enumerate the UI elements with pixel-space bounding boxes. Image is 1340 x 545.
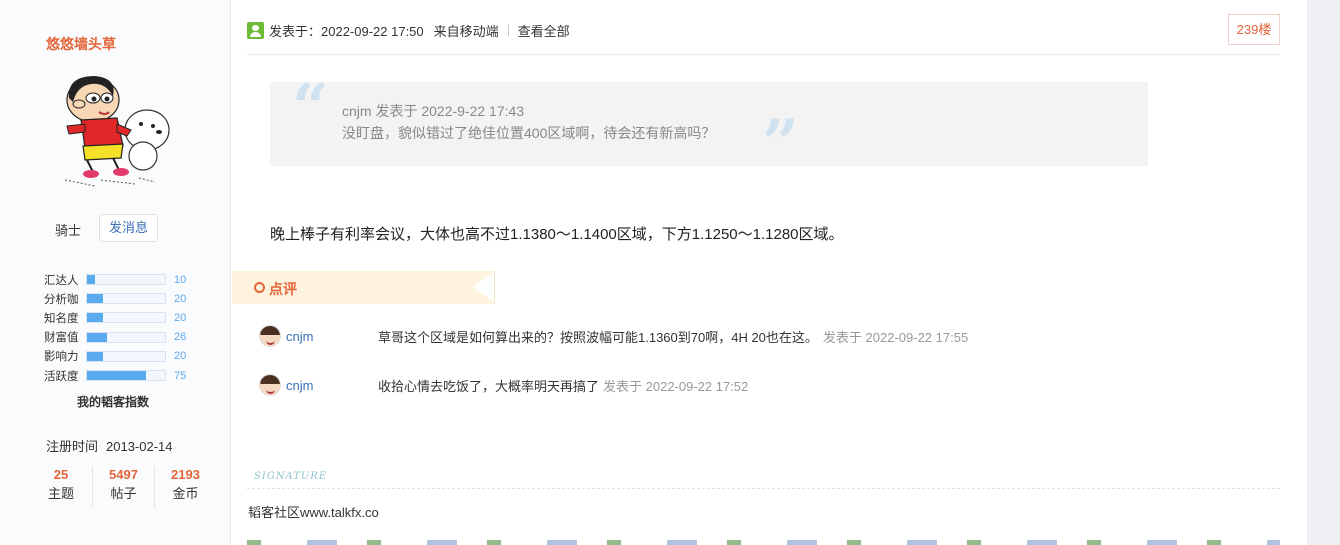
- stat-fill: [87, 351, 103, 361]
- count-number: 5497: [109, 467, 138, 482]
- signature-text[interactable]: 韬客社区www.talkfx.co: [248, 502, 379, 521]
- stat-value: 26: [174, 331, 187, 344]
- comment-time: 发表于 2022-09-22 17:55: [822, 329, 969, 345]
- stat-bar: [86, 274, 166, 286]
- signature-label: SIGNATURE: [254, 471, 328, 482]
- avatar-image: [64, 76, 170, 187]
- comment-item: cnjm 草哥这个区域是如何算出来的？按照波幅可能1.1360到70啊，4H 2…: [259, 323, 968, 349]
- comment-item: cnjm 收拾心情去吃饭了，大概率明天再搞了 发表于 2022-09-22 17…: [259, 372, 748, 398]
- count-topics[interactable]: 25 主题: [30, 466, 92, 508]
- stat-row: 分析咖 20: [44, 289, 186, 308]
- stat-row: 影响力 20: [44, 347, 186, 366]
- user-avatar[interactable]: [55, 68, 180, 193]
- count-coins[interactable]: 2193 金币: [154, 466, 216, 508]
- review-divider: [494, 271, 495, 304]
- commenter-avatar[interactable]: [259, 374, 281, 396]
- username[interactable]: 悠悠墙头草: [46, 34, 116, 54]
- stat-value: 20: [174, 350, 187, 363]
- quote-close-icon: ”: [762, 106, 799, 181]
- commenter-avatar[interactable]: [259, 325, 281, 347]
- user-rank: 骑士: [55, 223, 82, 238]
- view-all-link[interactable]: 查看全部: [518, 21, 570, 40]
- comment-text: 收拾心情去吃饭了，大概率明天再搞了: [378, 378, 600, 394]
- post-source: 来自移动端: [433, 23, 499, 39]
- quote-text: 没盯盘，貌似错过了绝佳位置400区域啊，待会还有新高吗？: [342, 125, 716, 141]
- online-user-icon: [247, 21, 264, 39]
- post-time: 发表于：2022-09-22 17:50: [269, 23, 424, 39]
- stat-value: 20: [174, 292, 187, 305]
- user-counts: 25 主题 5497 帖子 2193 金币: [30, 466, 220, 508]
- stat-bar: [86, 312, 166, 324]
- count-label: 主题: [47, 486, 74, 501]
- user-stats: 汇达人 10 分析咖 20 知名度 20 财富值 26 影响力 20 活跃度 7…: [44, 270, 186, 385]
- stat-value: 10: [174, 273, 187, 286]
- comment-time: 发表于 2022-09-22 17:52: [603, 378, 749, 394]
- stat-row: 汇达人 10: [44, 270, 186, 289]
- stat-value: 75: [174, 369, 187, 382]
- stat-label: 财富值: [44, 332, 79, 345]
- stat-bar: [86, 370, 166, 382]
- stat-bar: [86, 293, 166, 305]
- stat-label: 影响力: [44, 351, 79, 364]
- user-sidebar: 悠悠墙头草 骑士 发消息 汇达人 10 分析咖 20 知名度 20 财富值 26…: [0, 0, 231, 545]
- stat-label: 汇达人: [44, 274, 79, 287]
- stat-row: 知名度 20: [44, 308, 186, 327]
- commenter-name[interactable]: cnjm: [286, 378, 378, 393]
- stat-fill: [87, 313, 103, 323]
- count-posts[interactable]: 5497 帖子: [92, 466, 154, 508]
- count-label: 帖子: [110, 486, 137, 501]
- quote-open-icon: “: [292, 70, 329, 145]
- post-header: 发表于：2022-09-22 17:50 来自移动端 查看全部: [247, 17, 570, 43]
- commenter-name[interactable]: cnjm: [286, 329, 378, 344]
- stat-fill: [87, 275, 95, 285]
- divider: [507, 24, 509, 36]
- review-header: 点评: [232, 271, 495, 304]
- signature-divider: [247, 488, 1280, 489]
- stat-label: 知名度: [44, 312, 79, 325]
- stats-title[interactable]: 我的韬客指数: [77, 393, 149, 410]
- quote-block: “ cnjm 发表于 2022-9-22 17:43 没盯盘，貌似错过了绝佳位置…: [270, 76, 1148, 176]
- post-body: 晚上棒子有利率会议，大体也高不过1.1380～1.1400区域，下方1.1250…: [270, 226, 844, 243]
- stat-fill: [87, 294, 103, 304]
- stat-fill: [87, 371, 146, 381]
- stat-bar: [86, 350, 166, 362]
- stat-label: 活跃度: [44, 370, 79, 383]
- register-value: 2013-02-14: [106, 439, 173, 454]
- stat-value: 20: [174, 311, 187, 324]
- send-message-button[interactable]: 发消息: [99, 214, 158, 242]
- cut-off-links: [247, 540, 1280, 545]
- review-title: 点评: [269, 281, 297, 297]
- header-divider: [247, 54, 1280, 55]
- count-number: 2193: [171, 467, 200, 482]
- quote-meta: cnjm 发表于 2022-9-22 17:43: [342, 103, 525, 119]
- comment-text: 草哥这个区域是如何算出来的？按照波幅可能1.1360到70啊，4H 20也在这。: [378, 329, 818, 345]
- post-page: 悠悠墙头草 骑士 发消息 汇达人 10 分析咖 20 知名度 20 财富值 26…: [0, 0, 1307, 545]
- register-date: 注册时间 2013-02-14: [46, 436, 173, 455]
- review-circle-icon: [254, 282, 265, 293]
- register-label: 注册时间: [46, 439, 99, 454]
- count-label: 金币: [172, 486, 199, 501]
- stat-bar: [86, 331, 166, 343]
- floor-number[interactable]: 239楼: [1228, 14, 1280, 45]
- stat-label: 分析咖: [44, 293, 79, 306]
- count-number: 25: [53, 467, 69, 482]
- stat-row: 财富值 26: [44, 328, 186, 347]
- stat-row: 活跃度 75: [44, 366, 186, 385]
- stat-fill: [87, 332, 108, 342]
